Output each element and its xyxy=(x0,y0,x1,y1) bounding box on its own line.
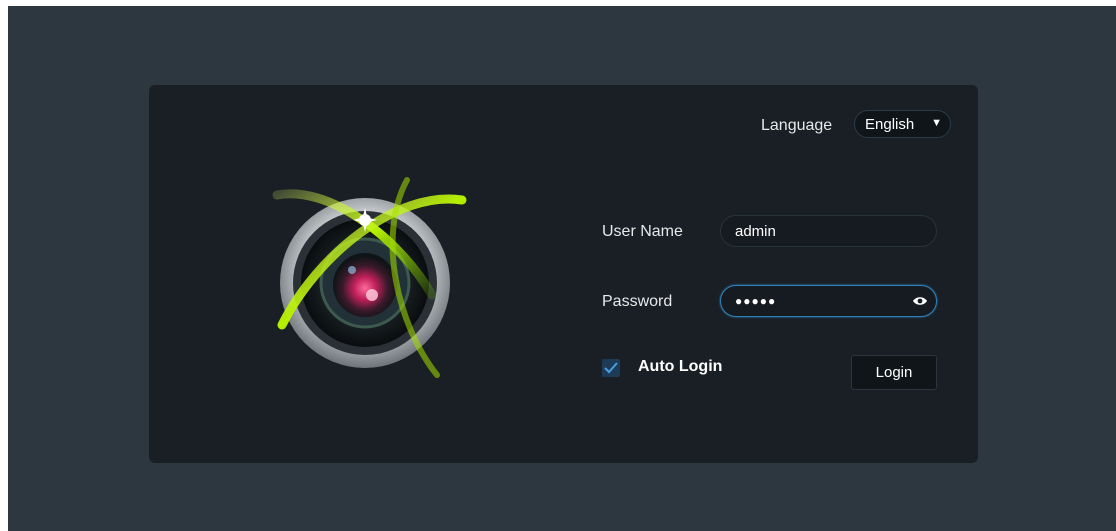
language-label: Language xyxy=(761,117,833,134)
username-value: admin xyxy=(735,222,776,240)
login-button[interactable]: Login xyxy=(851,355,937,390)
caret-down-icon: ▼ xyxy=(931,117,942,129)
password-label: Password xyxy=(602,293,673,310)
language-selected-value: English xyxy=(865,115,915,133)
auto-login-label: Auto Login xyxy=(638,358,723,375)
page-background: Language English ▼ User Name admin Passw… xyxy=(8,6,1116,531)
login-panel: Language English ▼ User Name admin Passw… xyxy=(149,85,978,463)
camera-lens-logo-icon xyxy=(272,177,467,378)
auto-login-checkbox[interactable] xyxy=(602,359,620,377)
username-input[interactable]: admin xyxy=(720,215,937,247)
eye-icon[interactable] xyxy=(912,295,928,307)
password-masked-value: ●●●●● xyxy=(735,294,777,308)
password-input[interactable]: ●●●●● xyxy=(720,285,937,317)
language-select[interactable]: English ▼ xyxy=(854,110,951,138)
username-label: User Name xyxy=(602,223,683,240)
checkmark-icon xyxy=(604,362,618,374)
